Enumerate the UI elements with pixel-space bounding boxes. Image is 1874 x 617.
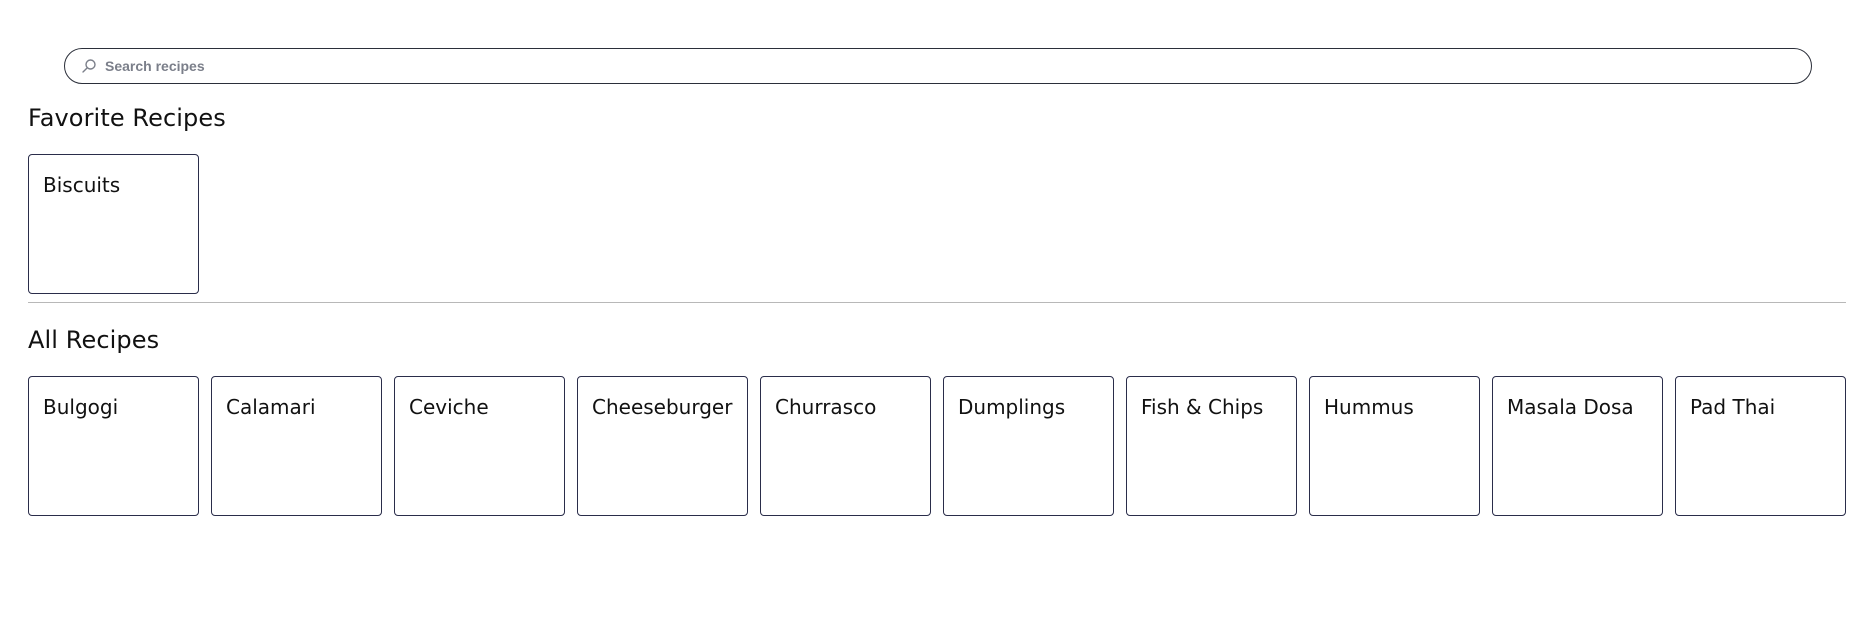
recipe-name: Hummus <box>1324 395 1414 419</box>
recipe-name: Dumplings <box>958 395 1066 419</box>
all-recipes-list: Bulgogi Calamari Ceviche Cheeseburger Ch… <box>28 376 1846 516</box>
recipe-card[interactable]: Fish & Chips <box>1126 376 1297 516</box>
search-icon <box>81 58 97 74</box>
favorite-recipe-card[interactable]: Biscuits <box>28 154 199 294</box>
recipe-name: Churrasco <box>775 395 877 419</box>
recipe-name: Cheeseburger <box>592 395 733 419</box>
favorite-recipes-list: Biscuits <box>28 154 199 294</box>
recipe-card[interactable]: Pad Thai <box>1675 376 1846 516</box>
recipe-card[interactable]: Hummus <box>1309 376 1480 516</box>
recipe-name: Ceviche <box>409 395 489 419</box>
recipe-name: Calamari <box>226 395 316 419</box>
recipe-card[interactable]: Cheeseburger <box>577 376 748 516</box>
all-recipes-heading: All Recipes <box>28 326 160 354</box>
recipe-card[interactable]: Bulgogi <box>28 376 199 516</box>
recipe-name: Fish & Chips <box>1141 395 1264 419</box>
recipe-name: Biscuits <box>43 173 121 197</box>
section-divider <box>28 302 1846 303</box>
recipe-card[interactable]: Calamari <box>211 376 382 516</box>
recipe-name: Bulgogi <box>43 395 119 419</box>
recipe-card[interactable]: Ceviche <box>394 376 565 516</box>
search-bar[interactable] <box>64 48 1812 84</box>
recipe-card[interactable]: Dumplings <box>943 376 1114 516</box>
recipe-card[interactable]: Churrasco <box>760 376 931 516</box>
recipe-card[interactable]: Masala Dosa <box>1492 376 1663 516</box>
search-input[interactable] <box>105 52 1705 80</box>
recipe-name: Pad Thai <box>1690 395 1776 419</box>
favorite-recipes-heading: Favorite Recipes <box>28 104 226 132</box>
recipe-name: Masala Dosa <box>1507 395 1634 419</box>
